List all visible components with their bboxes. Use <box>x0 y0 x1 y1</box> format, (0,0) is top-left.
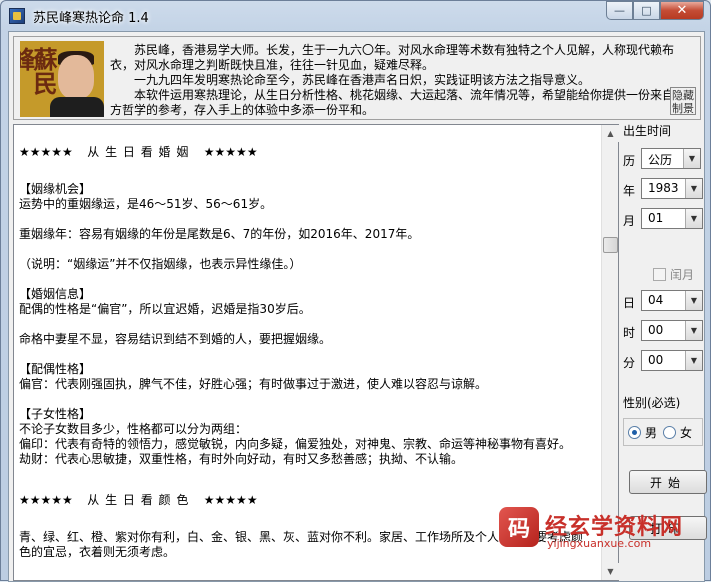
paragraph: 【婚姻信息】 配偶的性格是“偏官”，所以宜迟婚，迟婚是指30岁后。 <box>19 287 594 317</box>
year-value: 1983 <box>648 181 679 195</box>
month-label: 月 <box>623 214 636 228</box>
paragraph: 命格中妻星不显，容易结识到结不到婚的人，要把握姻缘。 <box>19 332 594 347</box>
color-heading: ★★★★★ 从 生 日 看 颜 色 ★★★★★ <box>19 493 594 508</box>
male-label[interactable]: 男 <box>645 424 657 441</box>
year-label: 年 <box>623 184 636 198</box>
year-select[interactable]: 1983 ▼ <box>641 178 703 199</box>
chevron-down-icon: ▼ <box>685 179 702 198</box>
section-title: 【配偶性格】 <box>19 362 92 376</box>
leap-month-checkbox[interactable]: 闰月 <box>653 266 694 283</box>
female-radio[interactable] <box>663 425 677 439</box>
text-line: 劫财：代表心思敏捷，双重性格，有时外向好动，有时又多愁善感；执拗、不认输。 <box>19 452 464 466</box>
text-line: （说明：“姻缘运”并不仅指姻缘，也表示异性缘佳。） <box>19 257 302 271</box>
maximize-button[interactable]: □ <box>633 1 660 20</box>
section-title: 【婚姻信息】 <box>19 287 92 301</box>
author-intro-panel: 蘇民峰 苏民峰，香港易学大师。长发，生于一九六〇年。对风水命理等术数有独特之个人… <box>13 36 701 120</box>
chevron-down-icon: ▼ <box>685 291 702 310</box>
scroll-down-arrow-icon[interactable]: ▼ <box>602 563 619 580</box>
hide-intro-button[interactable]: 隐藏制景 <box>670 87 696 115</box>
month-value: 01 <box>648 211 664 225</box>
paragraph: 【配偶性格】 偏官：代表刚强固执，脾气不佳，好胜心强；有时做事过于激进，使人难以… <box>19 362 594 392</box>
app-window: 苏民峰寒热论命 1.4 — □ ✕ 蘇民峰 苏民峰，香港易学大师。长发，生于一九… <box>0 0 711 582</box>
minute-select[interactable]: 00 ▼ <box>641 350 703 371</box>
text-line: 偏印：代表有奇特的领悟力，感觉敏锐，内向多疑，偏爱独处，对神鬼、宗教、命运等神秘… <box>19 437 572 451</box>
window-controls: — □ ✕ <box>606 1 704 20</box>
leap-month-label: 闰月 <box>670 268 695 282</box>
paragraph: 重姻缘年：容易有姻缘的年份是尾数是6、7的年份，如2016年、2017年。 <box>19 227 594 242</box>
hour-select[interactable]: 00 ▼ <box>641 320 703 341</box>
gender-radio-group: 男 女 <box>623 418 703 446</box>
calendar-label: 历 <box>623 154 636 168</box>
text-line: 运势中的重姻缘运，是46～51岁、56～61岁。 <box>19 197 273 211</box>
stars-left: ★★★★★ <box>19 145 73 159</box>
marriage-heading: ★★★★★ 从 生 日 看 婚 姻 ★★★★★ <box>19 145 594 160</box>
minute-value: 00 <box>648 353 664 367</box>
calendar-value: 公历 <box>648 153 673 167</box>
scroll-thumb[interactable] <box>603 237 618 253</box>
section-title: 【子女性格】 <box>19 407 92 421</box>
intro-line: 苏民峰，香港易学大师。长发，生于一九六〇年。对风水命理等术数有独特之个人见解，人… <box>110 43 675 72</box>
day-select[interactable]: 04 ▼ <box>641 290 703 311</box>
birth-input-panel: 出生时间 历 公历 ▼ 年 1983 ▼ 月 01 ▼ 闰月 日 04 ▼ 时 … <box>621 118 707 578</box>
paragraph: （说明：“姻缘运”并不仅指姻缘，也表示异性缘佳。） <box>19 257 594 272</box>
text-line: 重姻缘年：容易有姻缘的年份是尾数是6、7的年份，如2016年、2017年。 <box>19 227 420 241</box>
section-title: 【姻缘机会】 <box>19 182 92 196</box>
male-radio[interactable] <box>628 425 641 439</box>
result-content: ★★★★★ 从 生 日 看 婚 姻 ★★★★★ 【姻缘机会】 运势中的重姻缘运，… <box>14 125 600 580</box>
text-line: 偏官：代表刚强固执，脾气不佳，好胜心强；有时做事过于激进，使人难以容忍与谅解。 <box>19 377 488 391</box>
paragraph: 【姻缘机会】 运势中的重姻缘运，是46～51岁、56～61岁。 <box>19 182 594 212</box>
color-heading-text: 从 生 日 看 颜 色 <box>87 493 190 507</box>
portrait-suit <box>50 97 104 117</box>
start-button[interactable]: 开始 <box>629 470 707 494</box>
portrait-face <box>58 55 94 99</box>
day-value: 04 <box>648 293 664 307</box>
print-button[interactable]: 打印 <box>629 516 707 540</box>
minute-label: 分 <box>623 356 636 370</box>
intro-line: 一九九四年发明寒热论命至今，苏民峰在香港声名日炽，实践证明该方法之指导意义。 <box>134 73 591 87</box>
paragraph: 青、绿、红、橙、紫对你有利，白、金、银、黑、灰、蓝对你不利。家居、工作场所及个人… <box>19 530 594 560</box>
chevron-down-icon: ▼ <box>683 149 700 168</box>
chevron-down-icon: ▼ <box>685 321 702 340</box>
title-bar[interactable]: 苏民峰寒热论命 1.4 — □ ✕ <box>1 1 710 29</box>
checkbox-box[interactable] <box>653 268 666 281</box>
hour-value: 00 <box>648 323 664 337</box>
close-button[interactable]: ✕ <box>660 1 704 20</box>
chevron-down-icon: ▼ <box>685 209 702 228</box>
stars-right: ★★★★★ <box>203 493 258 507</box>
author-portrait: 蘇民峰 <box>20 41 104 117</box>
stars-left: ★★★★★ <box>19 493 73 507</box>
text-line: 配偶的性格是“偏官”，所以宜迟婚，迟婚是指30岁后。 <box>19 302 311 316</box>
app-icon <box>9 8 25 24</box>
calendar-select[interactable]: 公历 ▼ <box>641 148 701 169</box>
text-line: 不论子女数目多少，性格都可以分为两组： <box>19 422 248 436</box>
window-title: 苏民峰寒热论命 1.4 <box>33 11 149 26</box>
female-label[interactable]: 女 <box>680 424 692 441</box>
gender-label: 性别(必选) <box>623 396 681 410</box>
vertical-scrollbar[interactable]: ▲ ▼ <box>601 125 619 580</box>
paragraph: 【子女性格】 不论子女数目多少，性格都可以分为两组： 偏印：代表有奇特的领悟力，… <box>19 407 594 467</box>
text-line: 命格中妻星不显，容易结识到结不到婚的人，要把握姻缘。 <box>19 332 332 346</box>
stars-right: ★★★★★ <box>203 145 258 159</box>
month-select[interactable]: 01 ▼ <box>641 208 703 229</box>
intro-text: 苏民峰，香港易学大师。长发，生于一九六〇年。对风水命理等术数有独特之个人见解，人… <box>110 43 694 117</box>
result-text-area[interactable]: ★★★★★ 从 生 日 看 婚 姻 ★★★★★ 【姻缘机会】 运势中的重姻缘运，… <box>13 124 619 581</box>
scroll-up-arrow-icon[interactable]: ▲ <box>602 125 619 142</box>
minimize-button[interactable]: — <box>606 1 633 20</box>
text-line: 青、绿、红、橙、紫对你有利，白、金、银、黑、灰、蓝对你不利。家居、工作场所及个人… <box>19 530 584 559</box>
birth-time-label: 出生时间 <box>623 124 672 138</box>
chevron-down-icon: ▼ <box>685 351 702 370</box>
intro-line: 本软件运用寒热理论，从生日分析性格、桃花姻缘、大运起落、流年情况等，希望能给你提… <box>110 88 687 117</box>
marriage-heading-text: 从 生 日 看 婚 姻 <box>87 145 190 159</box>
hour-label: 时 <box>623 326 636 340</box>
client-area: 蘇民峰 苏民峰，香港易学大师。长发，生于一九六〇年。对风水命理等术数有独特之个人… <box>8 31 707 582</box>
day-label: 日 <box>623 296 636 310</box>
